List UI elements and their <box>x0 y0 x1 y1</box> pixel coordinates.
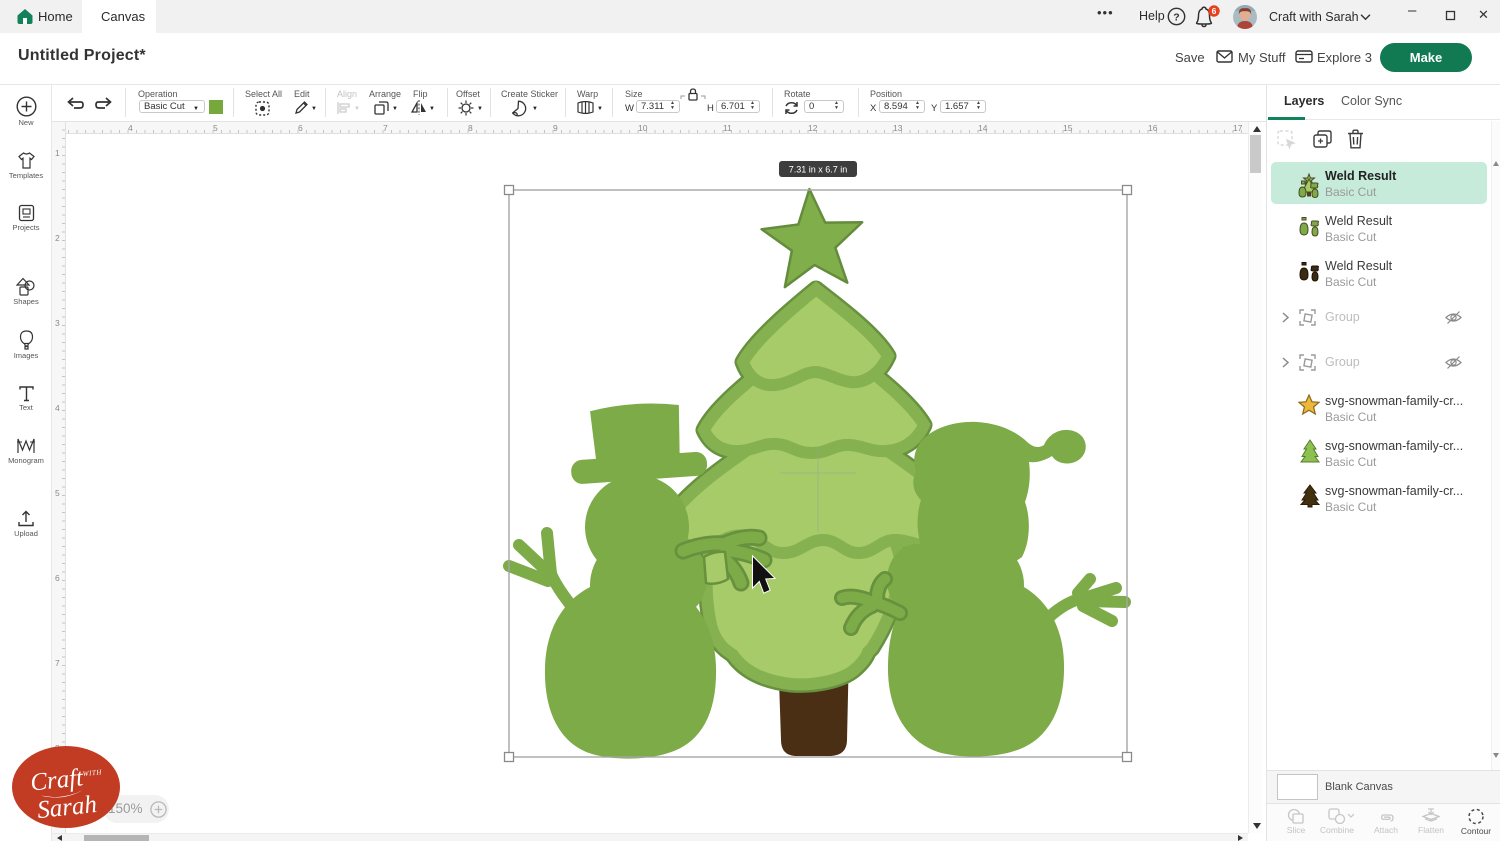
svg-text:Craft: Craft <box>29 764 85 796</box>
svg-text:7.31 in x 6.7 in: 7.31 in x 6.7 in <box>789 165 848 175</box>
